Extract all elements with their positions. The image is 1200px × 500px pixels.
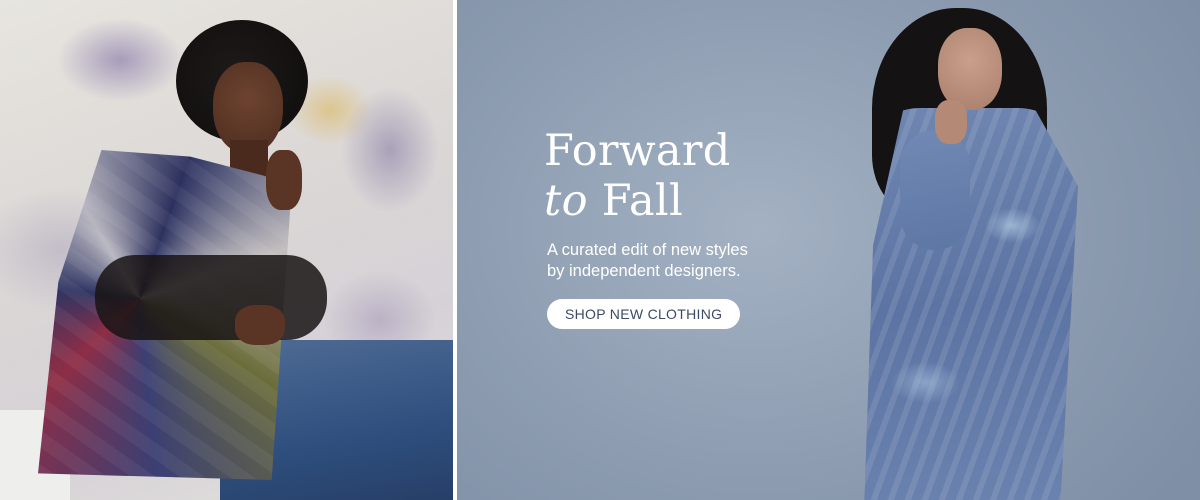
subheadline-line-2: by independent designers. [547,262,741,280]
promo-headline: Forward to Fall [544,126,748,226]
hero-banner[interactable]: Forward to Fall A curated edit of new st… [0,0,1200,500]
photo-dress-sleeve [900,130,970,250]
headline-italic-word: to [544,176,588,226]
subheadline-line-1: A curated edit of new styles [547,241,748,259]
photo-mesh-sleeve [95,255,327,340]
photo-model-face-right [938,28,1002,110]
headline-line-2: to Fall [544,176,748,226]
headline-word-fall: Fall [601,176,684,226]
model-photo-left [0,0,453,500]
promo-copy: Forward to Fall A curated edit of new st… [544,126,748,329]
photo-hand [235,305,285,345]
promo-subheadline: A curated edit of new styles by independ… [547,240,748,282]
shop-new-clothing-button[interactable]: SHOP NEW CLOTHING [547,299,741,329]
photo-hand-chin [266,150,302,210]
photo-hand-right [935,100,967,144]
headline-line-1: Forward [544,126,731,176]
